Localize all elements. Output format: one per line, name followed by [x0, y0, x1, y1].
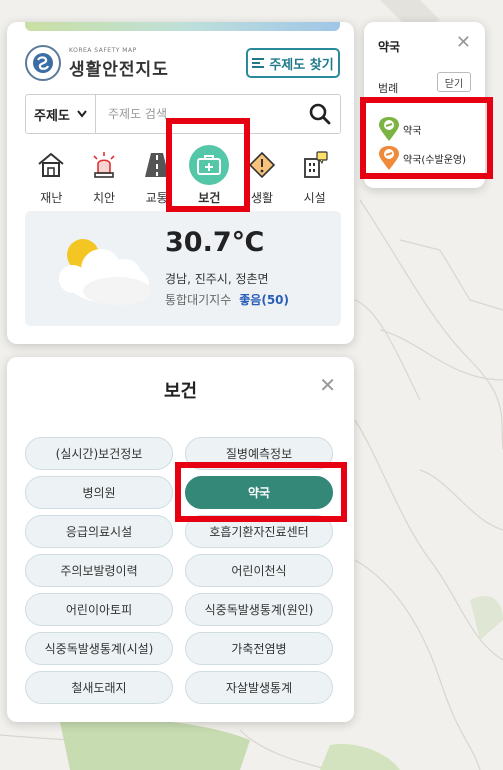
health-btn-clinic[interactable]: 병의원	[25, 476, 173, 509]
legend-item-pharmacy-holiday: 약국(수발운영)	[378, 145, 466, 171]
legend-panel: 약국 ✕ 범례 닫기 약국 약국(수발운영)	[364, 22, 485, 188]
medical-kit-icon	[197, 155, 222, 175]
theme-find-label: 주제도 찾기	[269, 57, 334, 73]
category-label: 시설	[303, 191, 326, 205]
search-type-value: 주제도	[34, 108, 70, 124]
chevron-down-icon	[77, 110, 87, 118]
logo-subtitle: KOREA SAFETY MAP	[69, 46, 137, 54]
health-btn-migratory-birds[interactable]: 철새도래지	[25, 671, 173, 704]
legend-close-icon[interactable]: ✕	[456, 34, 471, 52]
health-btn-food-poisoning-cause[interactable]: 식중독발생통계(원인)	[185, 593, 333, 626]
health-btn-pharmacy[interactable]: 약국	[185, 476, 333, 509]
search-button[interactable]	[300, 95, 340, 133]
health-btn-emergency[interactable]: 응급의료시설	[25, 515, 173, 548]
building-icon	[303, 151, 328, 178]
legend-close-button[interactable]: 닫기	[437, 72, 471, 92]
search-type-select[interactable]: 주제도	[26, 95, 96, 133]
legend-item-label: 약국(수발운영)	[403, 154, 467, 166]
category-traffic[interactable]: 교통	[130, 144, 183, 206]
logo-title: 생활안전지도	[69, 59, 169, 80]
health-btn-child-asthma[interactable]: 어린이천식	[185, 554, 333, 587]
health-panel: 보건 ✕ (실시간)보건정보 질병예측정보 병의원 약국 응급의료시설 호흡기환…	[7, 357, 354, 722]
category-security[interactable]: 치안	[78, 144, 131, 206]
panel-top-decoration	[25, 22, 340, 31]
logo[interactable]: KOREA SAFETY MAP 생활안전지도	[25, 45, 169, 81]
category-label: 교통	[145, 191, 168, 205]
air-quality: 통합대기지수 좋음(50)	[165, 291, 289, 308]
legend-title: 약국	[378, 40, 401, 54]
health-btn-suicide-stats[interactable]: 자살발생통계	[185, 671, 333, 704]
category-label: 생활	[250, 191, 274, 205]
category-label: 재난	[40, 191, 63, 205]
house-icon	[38, 152, 64, 177]
search-icon	[309, 103, 331, 125]
legend-divider	[376, 98, 473, 99]
orange-pin-icon	[379, 146, 399, 170]
category-label: 치안	[92, 191, 116, 205]
search-input[interactable]	[96, 95, 300, 133]
category-disaster[interactable]: 재난	[25, 144, 78, 206]
health-btn-disease-forecast[interactable]: 질병예측정보	[185, 437, 333, 470]
air-quality-label: 통합대기지수	[165, 293, 232, 307]
legend-item-label: 약국	[403, 125, 422, 137]
logo-emblem-icon	[25, 45, 61, 81]
health-btn-child-atopy[interactable]: 어린이아토피	[25, 593, 173, 626]
health-btn-realtime-info[interactable]: (실시간)보건정보	[25, 437, 173, 470]
cloudy-sun-icon	[59, 239, 151, 305]
category-life[interactable]: 생활	[236, 144, 289, 206]
category-health[interactable]: 보건	[183, 144, 236, 206]
health-btn-livestock-disease[interactable]: 가축전염병	[185, 632, 333, 665]
search-bar: 주제도	[25, 94, 341, 134]
main-panel: KOREA SAFETY MAP 생활안전지도 주제도 찾기 주제도 주제도 검…	[7, 22, 354, 344]
legend-subtitle: 범례	[378, 82, 399, 95]
siren-icon	[93, 152, 115, 178]
legend-item-pharmacy: 약국	[378, 116, 421, 142]
health-btn-respiratory-center[interactable]: 호흡기환자진료센터	[185, 515, 333, 548]
health-panel-title: 보건	[163, 381, 198, 402]
weather-card: 30.7℃ 경남, 진주시, 정촌면 통합대기지수 좋음(50)	[25, 211, 341, 326]
health-btn-advisory-history[interactable]: 주의보발령이력	[25, 554, 173, 587]
list-icon	[252, 58, 265, 68]
road-icon	[144, 153, 169, 177]
theme-find-button[interactable]: 주제도 찾기	[246, 48, 340, 78]
temperature: 30.7℃	[165, 227, 265, 258]
green-pin-icon	[379, 117, 399, 141]
category-label: 보건	[198, 191, 221, 205]
warning-sign-icon	[248, 151, 276, 179]
category-facility[interactable]: 시설	[288, 144, 341, 206]
air-quality-value: 좋음(50)	[239, 293, 289, 307]
weather-location: 경남, 진주시, 정촌면	[165, 272, 269, 286]
category-tabs: 재난 치안 교통 보건 생활 시설	[25, 144, 341, 206]
health-btn-food-poisoning-facility[interactable]: 식중독발생통계(시설)	[25, 632, 173, 665]
health-close-icon[interactable]: ✕	[319, 375, 336, 395]
